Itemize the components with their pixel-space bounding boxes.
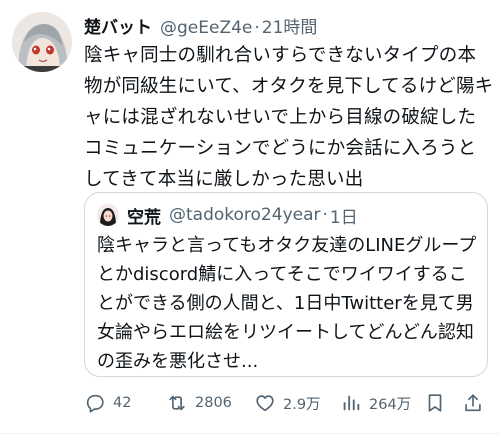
reply-button[interactable]: 42 — [82, 386, 131, 420]
retweet-icon — [164, 390, 190, 416]
separator-dot: · — [254, 18, 260, 38]
bookmark-button[interactable] — [422, 386, 448, 420]
quote-header: 空荒 @tadokoro24year · 1日 — [97, 203, 358, 228]
author-avatar[interactable] — [12, 12, 72, 72]
quote-author-name: 空荒 — [127, 207, 161, 228]
retweet-button[interactable]: 2806 — [164, 386, 232, 420]
reply-count: 42 — [113, 395, 132, 411]
quote-avatar — [97, 204, 119, 226]
share-icon — [460, 390, 486, 416]
retweet-count: 2806 — [195, 395, 232, 411]
analytics-icon — [338, 390, 364, 416]
quote-separator-dot: · — [322, 205, 328, 225]
quote-avatar-image — [97, 204, 119, 226]
tweet-divider — [0, 433, 500, 434]
like-count: 2.9万 — [283, 396, 321, 413]
tweet-text: 陰キャ同士の馴れ合いすらできないタイプの本物が同級生にいて、オタクを見下してるけ… — [84, 45, 494, 190]
share-button[interactable] — [460, 386, 486, 420]
quote-timestamp: 1日 — [329, 207, 358, 228]
heart-icon — [252, 390, 278, 416]
quote-author-handle: @tadokoro24year — [169, 205, 321, 225]
quote-text: 陰キャラと言ってもオタク友達のLINEグループとかdiscord鯖に入ってそこで… — [97, 235, 477, 372]
action-bar: 42 2806 2.9万 264万 — [76, 386, 496, 420]
views-button[interactable]: 264万 — [338, 386, 411, 420]
avatar-image — [12, 12, 72, 72]
reply-icon — [82, 390, 108, 416]
tweet-timestamp[interactable]: 21時間 — [262, 13, 318, 38]
bookmark-icon — [422, 390, 448, 416]
tweet-header: 楚バット @geEeZ4e · 21時間 — [84, 13, 318, 38]
author-name[interactable]: 楚バット — [84, 13, 152, 38]
like-button[interactable]: 2.9万 — [252, 386, 321, 420]
author-handle[interactable]: @geEeZ4e — [160, 18, 252, 38]
tweet[interactable]: 楚バット @geEeZ4e · 21時間 陰キャ同士の馴れ合いすらできないタイプ… — [0, 0, 500, 438]
view-count: 264万 — [369, 396, 412, 413]
quoted-tweet[interactable]: 空荒 @tadokoro24year · 1日 陰キャラと言ってもオタク友達のL… — [84, 192, 488, 377]
